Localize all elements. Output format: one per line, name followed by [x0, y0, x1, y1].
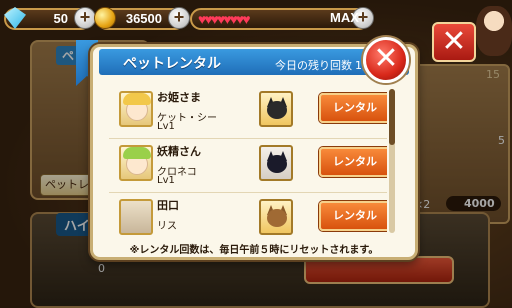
remaining-rentals-label: 今日の残り回数: [275, 59, 352, 72]
scrollbar-thumb[interactable]: [389, 89, 395, 145]
list-item: 田口 リス レンタル: [109, 193, 387, 237]
coin-icon: [94, 7, 116, 29]
coin-count: 36500: [125, 11, 162, 26]
gem-icon: [4, 7, 26, 29]
heart-icon: ♥♥♥♥♥♥♥♥: [198, 11, 250, 27]
owner-name: 妖精さん: [157, 145, 201, 158]
blank-avatar-icon: [119, 199, 153, 235]
rent-button[interactable]: レンタル: [319, 147, 387, 177]
gem-counter: 50 +: [4, 7, 96, 30]
rental-list[interactable]: お姫さま ケット・シー Lv1 レンタル 妖精さん クロネコ Lv1 レンタル: [109, 85, 387, 237]
add-coins-plus-icon[interactable]: +: [168, 7, 190, 29]
pet-level: Lv1: [157, 121, 175, 132]
pet-rental-dialog: ペットレンタル 今日の残り回数 1回 ✕ お姫さま ケット・シー Lv1 レンタ…: [90, 37, 418, 260]
owner-name: お姫さま: [157, 91, 201, 104]
list-item: お姫さま ケット・シー Lv1 レンタル: [109, 85, 387, 139]
background-close-button[interactable]: ✕: [432, 22, 476, 62]
list-scrollbar[interactable]: [389, 89, 395, 233]
owner-name: 田口: [157, 199, 179, 212]
cait-sith-pet-icon: [259, 91, 293, 127]
pet-level: Lv1: [157, 175, 175, 186]
hearts-max-label: MAX: [330, 10, 359, 25]
reset-notice: ※レンタル回数は、毎日午前５時にリセットされます。: [129, 245, 379, 256]
black-cat-pet-icon: [259, 145, 293, 181]
pet-name: リス: [157, 221, 177, 232]
dialog-title: ペットレンタル: [123, 56, 221, 72]
close-button[interactable]: ✕: [363, 37, 409, 83]
rent-button[interactable]: レンタル: [319, 201, 387, 231]
rent-button[interactable]: レンタル: [319, 93, 387, 123]
fairy-avatar-icon: [119, 145, 153, 181]
list-item: 妖精さん クロネコ Lv1 レンタル: [109, 139, 387, 193]
add-gems-plus-icon[interactable]: +: [74, 7, 96, 29]
gem-count: 50: [53, 11, 68, 26]
coin-counter: 36500 +: [94, 7, 190, 30]
princess-avatar-icon: [119, 91, 153, 127]
character-portrait-icon: [476, 6, 512, 56]
squirrel-pet-icon: [259, 199, 293, 235]
